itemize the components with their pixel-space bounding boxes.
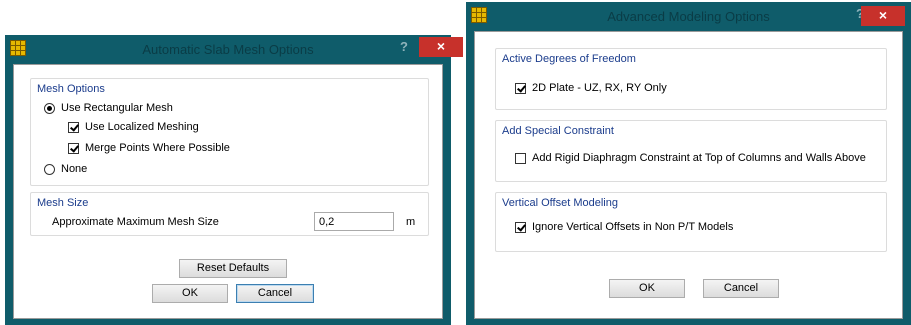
use-localized-meshing-checkbox[interactable]: Use Localized Meshing [68,121,199,133]
cancel-button[interactable]: Cancel [236,284,314,303]
use-rectangular-mesh-label: Use Rectangular Mesh [61,102,173,114]
plate-2d-checkbox[interactable]: 2D Plate - UZ, RX, RY Only [515,82,667,94]
checkbox-checked-icon[interactable] [68,142,79,154]
advanced-dialog-title: Advanced Modeling Options [607,9,770,24]
close-button[interactable]: × [419,37,463,57]
ok-button[interactable]: OK [152,284,228,303]
mesh-size-label: Approximate Maximum Mesh Size [52,216,219,228]
rigid-diaphragm-checkbox[interactable]: Add Rigid Diaphragm Constraint at Top of… [515,152,866,164]
mesh-options-group: Mesh Options Use Rectangular Mesh Use Lo… [30,78,429,186]
reset-defaults-button[interactable]: Reset Defaults [179,259,287,278]
merge-points-checkbox[interactable]: Merge Points Where Possible [68,142,230,154]
checkbox-unchecked-icon[interactable] [515,152,526,164]
none-radio[interactable]: None [44,163,87,175]
checkbox-checked-icon[interactable] [68,121,79,133]
use-localized-meshing-label: Use Localized Meshing [85,121,199,133]
checkbox-checked-icon[interactable] [515,221,526,233]
constraint-title: Add Special Constraint [502,125,614,137]
none-label: None [61,163,88,175]
offset-title: Vertical Offset Modeling [502,197,618,209]
mesh-options-title: Mesh Options [37,83,105,95]
checkbox-checked-icon[interactable] [515,82,526,94]
mesh-size-title: Mesh Size [37,197,89,209]
cancel-button[interactable]: Cancel [703,279,779,298]
slab-dialog-title: Automatic Slab Mesh Options [142,42,314,57]
radio-selected-icon[interactable] [44,102,55,114]
advanced-modeling-dialog: Advanced Modeling Options ? × Active Deg… [466,2,911,325]
close-button[interactable]: × [861,6,905,26]
radio-unselected-icon[interactable] [44,163,55,175]
ignore-offsets-checkbox[interactable]: Ignore Vertical Offsets in Non P/T Model… [515,221,733,233]
dof-title: Active Degrees of Freedom [502,53,636,65]
slab-dialog-titlebar[interactable]: Automatic Slab Mesh Options ? × [5,35,463,64]
plate-2d-label: 2D Plate - UZ, RX, RY Only [532,82,667,94]
offset-group: Vertical Offset Modeling Ignore Vertical… [495,192,887,252]
use-rectangular-mesh-radio[interactable]: Use Rectangular Mesh [44,102,173,114]
constraint-group: Add Special Constraint Add Rigid Diaphra… [495,120,887,182]
mesh-size-input[interactable]: 0,2 [314,212,394,231]
advanced-dialog-titlebar[interactable]: Advanced Modeling Options ? × [466,2,911,31]
rigid-diaphragm-label: Add Rigid Diaphragm Constraint at Top of… [532,152,866,164]
merge-points-label: Merge Points Where Possible [85,142,230,154]
mesh-size-group: Mesh Size Approximate Maximum Mesh Size … [30,192,429,236]
dof-group: Active Degrees of Freedom 2D Plate - UZ,… [495,48,887,110]
ignore-offsets-label: Ignore Vertical Offsets in Non P/T Model… [532,221,734,233]
ok-button[interactable]: OK [609,279,685,298]
mesh-size-unit: m [406,216,416,228]
slab-mesh-dialog: Automatic Slab Mesh Options ? × Mesh Opt… [5,35,463,325]
slab-dialog-body: Mesh Options Use Rectangular Mesh Use Lo… [13,64,443,319]
help-button[interactable]: ? [400,39,408,54]
advanced-dialog-body: Active Degrees of Freedom 2D Plate - UZ,… [474,31,903,319]
